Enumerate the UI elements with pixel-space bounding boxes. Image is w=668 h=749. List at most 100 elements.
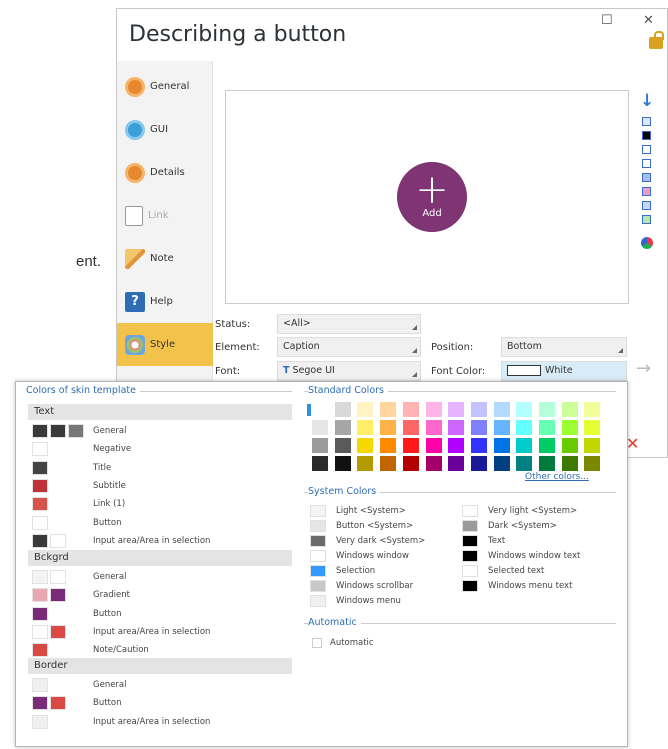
skin-color-row[interactable]: Button <box>32 696 292 712</box>
color-swatch[interactable] <box>32 570 48 584</box>
add-button-preview[interactable]: + Add <box>397 162 467 232</box>
standard-color-cell[interactable] <box>493 420 510 435</box>
swatch-icon[interactable] <box>642 201 651 210</box>
position-select[interactable]: Bottom <box>501 337 627 357</box>
swatch-icon[interactable] <box>642 215 651 224</box>
other-colors-link[interactable]: Other colors... <box>525 472 589 482</box>
color-swatch[interactable] <box>32 424 48 438</box>
skin-color-row[interactable]: Title <box>32 460 292 477</box>
system-color-swatch[interactable] <box>310 565 326 577</box>
skin-color-row[interactable]: Negative <box>32 442 292 458</box>
standard-color-cell[interactable] <box>493 402 510 417</box>
nav-item-style[interactable]: Style <box>117 323 213 366</box>
standard-color-cell[interactable] <box>402 420 419 435</box>
standard-color-cell[interactable] <box>584 420 601 435</box>
standard-color-cell[interactable] <box>561 420 578 435</box>
color-swatch[interactable] <box>32 606 48 621</box>
standard-color-cell[interactable] <box>425 456 442 471</box>
skin-color-row[interactable]: Note/Caution <box>32 643 292 659</box>
skin-color-row[interactable]: Link (1) <box>32 497 292 513</box>
standard-color-cell[interactable] <box>402 456 419 471</box>
color-swatch[interactable] <box>68 424 84 438</box>
standard-color-cell[interactable] <box>380 456 397 471</box>
standard-color-cell[interactable] <box>561 456 578 471</box>
color-swatch[interactable] <box>50 624 66 639</box>
color-swatch[interactable] <box>50 696 66 711</box>
standard-color-cell[interactable] <box>584 402 601 417</box>
automatic-checkbox[interactable] <box>312 638 322 648</box>
standard-color-cell[interactable] <box>516 438 533 453</box>
color-wheel-icon[interactable] <box>641 237 653 249</box>
standard-color-cell[interactable] <box>516 456 533 471</box>
standard-color-cell[interactable] <box>561 438 578 453</box>
system-color-swatch[interactable] <box>310 580 326 592</box>
standard-color-cell[interactable] <box>402 438 419 453</box>
standard-color-cell[interactable] <box>357 420 374 435</box>
skin-color-row[interactable]: Button <box>32 515 292 532</box>
color-swatch[interactable] <box>32 643 48 658</box>
system-color-swatch[interactable] <box>462 565 478 577</box>
standard-color-cell[interactable] <box>334 456 351 471</box>
color-swatch[interactable] <box>32 714 48 729</box>
standard-color-cell[interactable] <box>584 456 601 471</box>
color-swatch[interactable] <box>50 424 66 438</box>
standard-color-cell[interactable] <box>312 438 328 453</box>
lock-icon[interactable] <box>649 31 664 49</box>
font-select[interactable]: T Segoe UI <box>277 361 421 381</box>
standard-color-cell[interactable] <box>425 420 442 435</box>
standard-color-cell[interactable] <box>539 402 555 417</box>
color-swatch[interactable] <box>50 588 66 603</box>
skin-color-row[interactable]: Subtitle <box>32 478 292 495</box>
standard-color-cell[interactable] <box>357 438 374 453</box>
nav-item-gui[interactable]: GUI <box>117 108 213 151</box>
color-swatch[interactable] <box>32 588 48 603</box>
skin-color-row[interactable]: Button <box>32 606 292 623</box>
swatch-icon[interactable] <box>642 173 651 182</box>
standard-color-cell[interactable] <box>516 420 533 435</box>
system-color-swatch[interactable] <box>462 580 478 592</box>
standard-color-cell[interactable] <box>312 402 328 417</box>
standard-color-cell[interactable] <box>470 420 487 435</box>
color-swatch[interactable] <box>32 624 48 639</box>
standard-color-cell[interactable] <box>334 438 351 453</box>
color-swatch[interactable] <box>32 442 48 457</box>
standard-color-cell[interactable] <box>425 402 442 417</box>
standard-color-cell[interactable] <box>584 438 601 453</box>
color-swatch[interactable] <box>32 515 48 530</box>
system-color-swatch[interactable] <box>462 505 478 517</box>
color-swatch[interactable] <box>50 570 66 584</box>
skin-color-row[interactable]: Input area/Area in selection <box>32 714 292 731</box>
close-red-icon[interactable]: ✕ <box>626 434 639 453</box>
element-select[interactable]: Caption <box>277 337 421 357</box>
system-color-swatch[interactable] <box>310 535 326 547</box>
nav-item-details[interactable]: Details <box>117 151 213 194</box>
skin-color-row[interactable]: Input area/Area in selection <box>32 533 292 550</box>
skin-color-row[interactable]: Gradient <box>32 588 292 604</box>
system-color-swatch[interactable] <box>310 595 326 607</box>
close-button[interactable]: ✕ <box>643 13 654 28</box>
swatch-icon[interactable] <box>642 159 651 168</box>
swatch-icon[interactable] <box>642 145 651 154</box>
standard-color-cell[interactable] <box>357 456 374 471</box>
standard-color-cell[interactable] <box>448 402 465 417</box>
nav-item-general[interactable]: General <box>117 65 213 108</box>
system-color-swatch[interactable] <box>462 535 478 547</box>
standard-color-cell[interactable] <box>312 456 328 471</box>
swatch-icon[interactable] <box>642 117 651 126</box>
standard-color-cell[interactable] <box>425 438 442 453</box>
color-swatch[interactable] <box>32 478 48 493</box>
standard-color-cell[interactable] <box>470 456 487 471</box>
arrow-right-icon[interactable]: → <box>636 358 651 379</box>
color-swatch[interactable] <box>32 533 48 548</box>
standard-color-cell[interactable] <box>516 402 533 417</box>
arrow-down-icon[interactable]: ↓ <box>640 91 654 111</box>
standard-color-cell[interactable] <box>448 456 465 471</box>
swatch-icon[interactable] <box>642 187 651 196</box>
system-color-swatch[interactable] <box>310 550 326 562</box>
standard-color-cell[interactable] <box>312 420 328 435</box>
system-color-swatch[interactable] <box>310 520 326 532</box>
skin-color-row[interactable]: General <box>32 678 292 694</box>
standard-color-cell[interactable] <box>539 456 555 471</box>
standard-color-cell[interactable] <box>380 438 397 453</box>
standard-color-cell[interactable] <box>380 402 397 417</box>
